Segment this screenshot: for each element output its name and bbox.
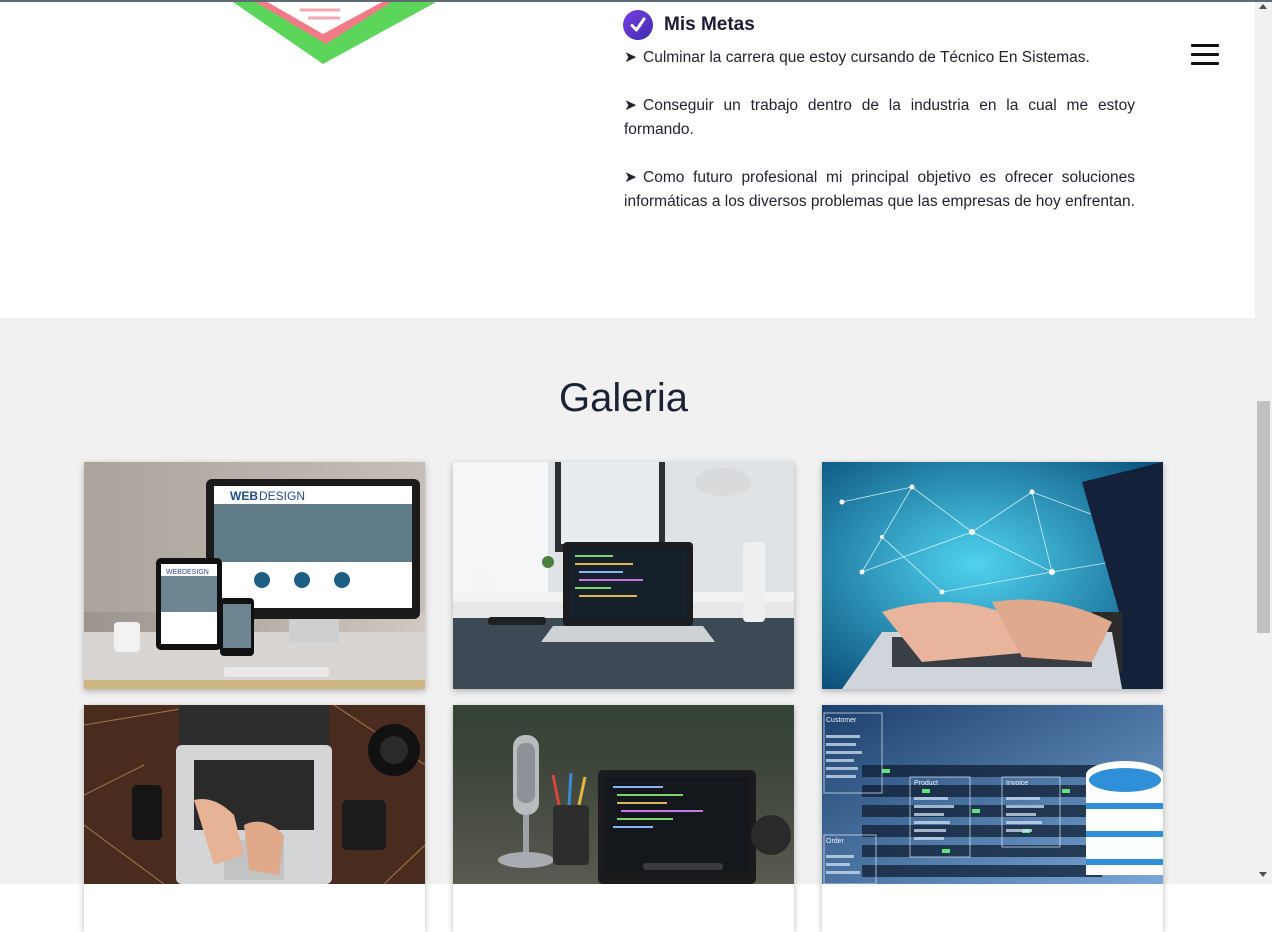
goal-item: ➤ Conseguir un trabajo dentro de la indus… <box>624 94 1135 142</box>
document-illustration <box>232 2 437 64</box>
arrow-bullet-icon: ➤ <box>624 49 637 66</box>
goal-item: ➤ Como futuro profesional mi principal ob… <box>624 166 1135 214</box>
web-design-devices-image[interactable]: WEB DESIGN WEBDESIGN <box>84 462 425 689</box>
laptop-wood-desk-image[interactable] <box>84 705 425 932</box>
database-server-image[interactable]: Customer Product Invoice Order <box>822 705 1163 932</box>
web-design-logo-text: WEB <box>230 489 258 503</box>
arrow-bullet-icon: ➤ <box>624 169 637 186</box>
network-typing-image[interactable] <box>822 462 1163 689</box>
scroll-down-arrow-icon[interactable] <box>1259 872 1267 877</box>
goals-title: Mis Metas <box>664 14 755 35</box>
scrollbar-thumb[interactable] <box>1257 401 1270 633</box>
web-design-logo-text-2: DESIGN <box>259 489 305 503</box>
db-entity-product: Product <box>914 780 938 787</box>
arrow-bullet-icon: ➤ <box>624 97 637 114</box>
gallery-title: Galeria <box>559 376 688 420</box>
gallery-section: Galeria WEB DESIGN WEBDESIGN Customer Pr… <box>0 318 1255 884</box>
goal-text: Culminar la carrera que estoy cursando d… <box>643 49 1090 66</box>
web-design-tablet-text: WEBDESIGN <box>166 569 209 576</box>
goals-section: Mis Metas ➤ Culminar la carrera que estoy… <box>0 2 1255 318</box>
db-entity-order: Order <box>826 838 845 845</box>
goals-header: Mis Metas <box>623 10 755 40</box>
microphone-laptop-image[interactable] <box>453 705 794 932</box>
scroll-up-arrow-icon[interactable] <box>1259 4 1267 9</box>
db-entity-customer: Customer <box>826 717 857 724</box>
hamburger-menu-icon[interactable] <box>1190 42 1220 68</box>
laptop-on-desk-image[interactable] <box>453 462 794 689</box>
database-icon <box>1086 761 1163 875</box>
db-entity-invoice: Invoice <box>1006 780 1028 787</box>
goal-text: Conseguir un trabajo dentro de la indust… <box>624 97 1135 138</box>
checkmark-icon <box>623 10 653 40</box>
goals-list: ➤ Culminar la carrera que estoy cursando … <box>624 46 1135 238</box>
goal-item: ➤ Culminar la carrera que estoy cursando … <box>624 46 1135 70</box>
goal-text: Como futuro profesional mi principal obj… <box>624 169 1135 210</box>
